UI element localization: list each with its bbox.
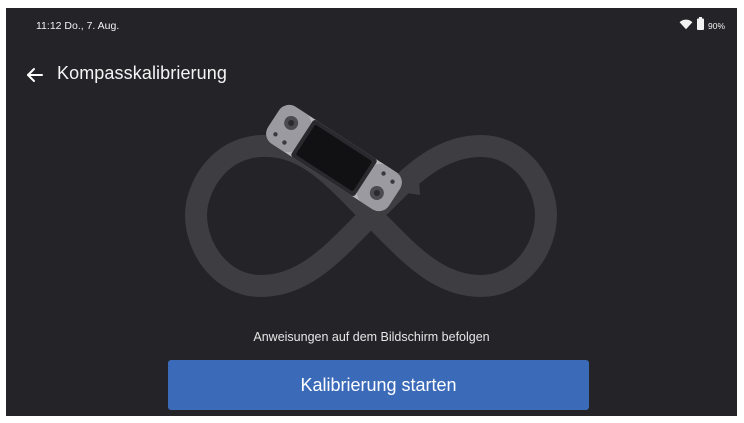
app-screen: 11:12 Do., 7. Aug. 90% Kompasskalibrieru…	[6, 8, 737, 416]
start-calibration-button[interactable]: Kalibrierung starten	[168, 360, 589, 410]
instruction-text: Anweisungen auf dem Bildschirm befolgen	[253, 330, 490, 344]
calibration-illustration	[185, 104, 557, 297]
